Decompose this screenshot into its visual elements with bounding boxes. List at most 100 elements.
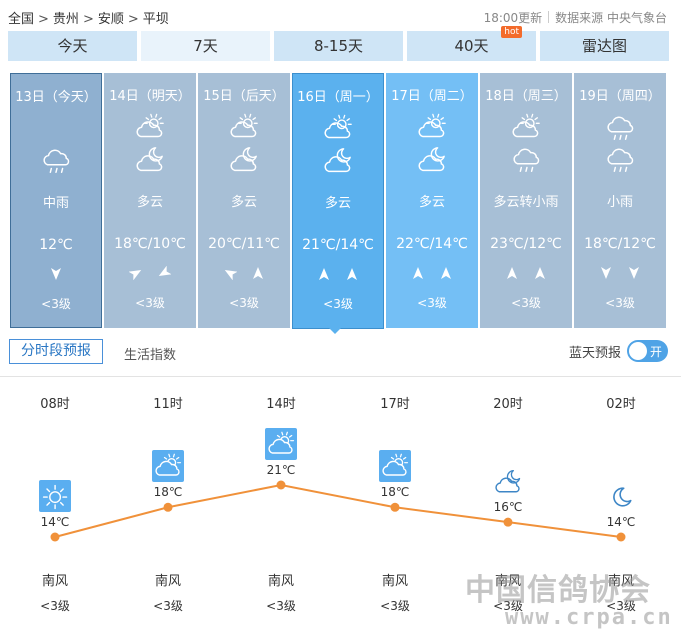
partly-cloudy-day-icon: [512, 113, 540, 138]
wind-direction-icon: [51, 268, 61, 280]
day-weather-desc: 小雨: [606, 195, 633, 210]
wind-level: <3级: [135, 296, 165, 310]
hour-wind-level: <3级: [153, 599, 183, 613]
hour-temperature: 14℃: [606, 515, 636, 529]
daily-forecast: 13日（今天） 中雨 12℃ <3级 14日（明天） 多云 18℃/10℃ <3…: [10, 73, 669, 329]
partly-cloudy-night-icon: [230, 147, 257, 172]
breadcrumb-item-province[interactable]: 贵州: [53, 12, 79, 27]
blue-sky-toggle[interactable]: 开: [627, 340, 668, 362]
toggle-label: 开: [649, 345, 662, 359]
selected-pointer: [327, 326, 343, 334]
wind-direction-icon: [224, 270, 237, 280]
tab-today[interactable]: 今天: [8, 31, 137, 61]
hour-wind: 南风: [267, 574, 294, 589]
wind-direction-icon: [413, 267, 423, 279]
wind-directions: [293, 267, 383, 285]
breadcrumb-item-country[interactable]: 全国: [8, 12, 34, 27]
hour-wind: 南风: [41, 574, 68, 589]
data-source: 数据来源 中央气象台: [555, 11, 667, 25]
tab-7day[interactable]: 7天: [141, 31, 270, 61]
forecast-tabs: 今天 7天 8-15天 40天 hot 雷达图: [8, 26, 669, 61]
day-card[interactable]: 16日（周一） 多云 21℃/14℃ <3级: [292, 73, 384, 329]
breadcrumb: 全国 > 贵州 > 安顺 > 平坝: [8, 8, 173, 27]
partly-cloudy-night-icon: [324, 148, 351, 173]
wind-level: <3级: [417, 296, 447, 310]
day-date: 14日（明天）: [109, 89, 191, 104]
tab-40day[interactable]: 40天 hot: [407, 26, 536, 61]
day-date: 18日（周三）: [485, 89, 567, 104]
wind-direction-icon: [319, 268, 329, 280]
divider: [548, 11, 550, 23]
tab-8-15day[interactable]: 8-15天: [274, 31, 403, 61]
wind-level: <3级: [41, 297, 71, 311]
wind-directions: [386, 266, 478, 284]
breadcrumb-separator: >: [38, 12, 49, 27]
blue-sky-label: 蓝天预报: [569, 346, 622, 361]
toggle-knob: [629, 342, 647, 360]
partly-cloudy-night-icon: [418, 147, 445, 172]
partly-cloudy-day-icon: [379, 450, 411, 483]
hour-time: 11时: [153, 397, 183, 412]
partly-cloudy-night-icon: [136, 147, 163, 172]
hot-badge: hot: [501, 26, 522, 38]
tab-label: 8-15天: [313, 37, 364, 55]
day-card[interactable]: 15日（后天） 多云 20℃/11℃ <3级: [198, 73, 290, 328]
day-date: 16日（周一）: [297, 90, 379, 105]
temperature-point: [390, 502, 400, 512]
wind-direction-icon: [158, 266, 171, 276]
partly-cloudy-day-icon: [324, 114, 352, 139]
wind-level: <3级: [511, 296, 541, 310]
day-weather-desc: 多云: [324, 196, 351, 211]
day-card[interactable]: 17日（周二） 多云 22℃/14℃ <3级: [386, 73, 478, 328]
moon-icon: [613, 487, 632, 507]
partly-cloudy-day-icon: [152, 450, 184, 483]
temperature-point: [503, 517, 513, 527]
breadcrumb-item-city[interactable]: 安顺: [98, 12, 124, 27]
hour-time: 17时: [380, 397, 410, 412]
temperature-point: [276, 480, 286, 490]
day-weather-desc: 多云转小雨: [493, 195, 559, 210]
tab-label: 40天: [454, 37, 489, 55]
wind-level: <3级: [323, 297, 353, 311]
hour-temperature: 16℃: [493, 500, 523, 515]
update-time: 18:00更新: [483, 11, 543, 25]
wind-direction-icon: [253, 267, 263, 279]
day-temperature: 12℃: [39, 237, 73, 253]
hour-temperature: 21℃: [266, 463, 296, 477]
day-card[interactable]: 14日（明天） 多云 18℃/10℃ <3级: [104, 73, 196, 328]
wind-directions: [198, 266, 290, 284]
wind-direction-icon: [347, 268, 357, 280]
wind-directions: [480, 266, 572, 284]
day-date: 13日（今天）: [15, 90, 97, 105]
update-info: 18:00更新 数据来源 中央气象台: [484, 9, 667, 26]
tab-life-index[interactable]: 生活指数: [124, 344, 176, 363]
hour-wind-level: <3级: [40, 599, 70, 613]
breadcrumb-separator: >: [82, 12, 94, 27]
day-card[interactable]: 18日（周三） 多云转小雨 23℃/12℃ <3级: [480, 73, 572, 328]
wind-direction-icon: [629, 267, 639, 279]
watermark-text: 中国信鸽协会: [465, 573, 651, 608]
temperature-point: [616, 532, 626, 542]
day-temperature: 18℃/10℃: [114, 236, 186, 252]
temperature-point: [50, 532, 60, 542]
day-date: 17日（周二）: [391, 89, 473, 104]
day-card[interactable]: 19日（周四） 小雨 18℃/12℃ <3级: [574, 73, 666, 328]
wind-direction-icon: [441, 267, 451, 279]
wind-level: <3级: [229, 296, 259, 310]
cloud-rain-icon: [513, 148, 540, 172]
hour-time: 20时: [493, 397, 523, 412]
day-weather-desc: 多云: [136, 195, 163, 210]
day-card[interactable]: 13日（今天） 中雨 12℃ <3级: [10, 73, 102, 328]
partly-cloudy-day-icon: [230, 113, 258, 138]
temperature-point: [163, 502, 173, 512]
day-weather-desc: 多云: [418, 195, 445, 210]
wind-level: <3级: [605, 296, 635, 310]
partly-cloudy-day-icon: [265, 428, 297, 460]
tab-hourly-forecast[interactable]: 分时段预报: [9, 339, 103, 364]
tab-radar[interactable]: 雷达图: [540, 31, 669, 61]
hour-time: 08时: [40, 397, 70, 412]
hour-time: 14时: [266, 397, 296, 412]
partly-cloudy-day-icon: [418, 113, 446, 138]
hour-wind: 南风: [381, 574, 408, 589]
wind-direction-icon: [601, 267, 611, 279]
